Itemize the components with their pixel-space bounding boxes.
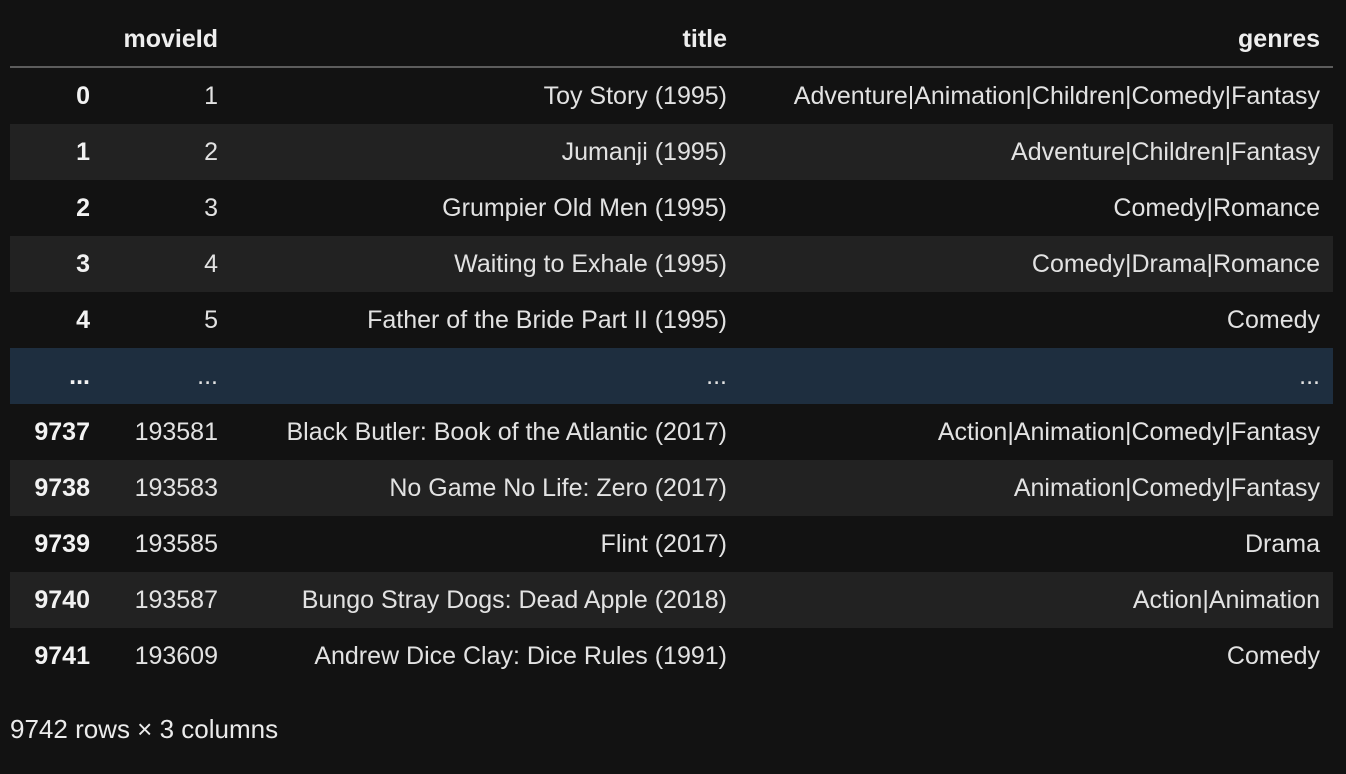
cell-title: ...: [706, 362, 727, 390]
cell-movieid: 193585: [134, 530, 218, 558]
row-index: ...: [69, 362, 90, 390]
cell-genres: Action|Animation|Comedy|Fantasy: [937, 418, 1320, 446]
table-row: 9738 193583 No Game No Life: Zero (2017)…: [10, 460, 1333, 516]
truncated-rows-indicator: ... ... ... ...: [10, 348, 1333, 404]
column-header-genres: genres: [740, 12, 1333, 68]
row-index: 0: [76, 82, 90, 110]
cell-movieid: 2: [204, 138, 218, 166]
dataframe-output: movieId title genres 0 1 Toy Story (1995…: [10, 12, 1333, 684]
header-row: movieId title genres: [10, 12, 1333, 68]
table-header: movieId title genres: [10, 12, 1333, 68]
dataframe-shape-summary: 9742 rows × 3 columns: [10, 714, 279, 744]
cell-movieid: 193587: [134, 586, 218, 614]
column-header-title: title: [231, 12, 740, 68]
cell-genres: Comedy: [1226, 642, 1320, 670]
table-row: 2 3 Grumpier Old Men (1995) Comedy|Roman…: [10, 180, 1333, 236]
table-row: 1 2 Jumanji (1995) Adventure|Children|Fa…: [10, 124, 1333, 180]
table-row: 4 5 Father of the Bride Part II (1995) C…: [10, 292, 1333, 348]
row-index: 9739: [34, 530, 90, 558]
row-index: 9738: [34, 474, 90, 502]
column-header-movieid: movieId: [103, 12, 231, 68]
cell-movieid: 5: [204, 306, 218, 334]
row-index: 9741: [34, 642, 90, 670]
cell-movieid: 3: [204, 194, 218, 222]
cell-genres: Comedy: [1226, 306, 1320, 334]
cell-title: Jumanji (1995): [561, 138, 727, 166]
cell-genres: ...: [1299, 362, 1320, 390]
cell-title: Toy Story (1995): [543, 82, 727, 110]
cell-movieid: 4: [204, 250, 218, 278]
cell-title: Andrew Dice Clay: Dice Rules (1991): [314, 642, 727, 670]
table-row: 9739 193585 Flint (2017) Drama: [10, 516, 1333, 572]
cell-title: Flint (2017): [600, 530, 727, 558]
cell-movieid: 193609: [134, 642, 218, 670]
table-row: 0 1 Toy Story (1995) Adventure|Animation…: [10, 67, 1333, 124]
cell-title: Bungo Stray Dogs: Dead Apple (2018): [301, 586, 727, 614]
table-row: 9740 193587 Bungo Stray Dogs: Dead Apple…: [10, 572, 1333, 628]
cell-genres: Adventure|Animation|Children|Comedy|Fant…: [793, 82, 1320, 110]
row-index: 1: [76, 138, 90, 166]
cell-genres: Animation|Comedy|Fantasy: [1013, 474, 1320, 502]
table-body: 0 1 Toy Story (1995) Adventure|Animation…: [10, 67, 1333, 684]
cell-title: Black Butler: Book of the Atlantic (2017…: [286, 418, 727, 446]
table-row: 9741 193609 Andrew Dice Clay: Dice Rules…: [10, 628, 1333, 684]
cell-movieid: 1: [204, 82, 218, 110]
table-row: 3 4 Waiting to Exhale (1995) Comedy|Dram…: [10, 236, 1333, 292]
cell-title: Father of the Bride Part II (1995): [367, 306, 727, 334]
cell-title: No Game No Life: Zero (2017): [389, 474, 727, 502]
cell-genres: Adventure|Children|Fantasy: [1011, 138, 1320, 166]
cell-genres: Action|Animation: [1132, 586, 1320, 614]
cell-movieid: ...: [197, 362, 218, 390]
row-index: 9740: [34, 586, 90, 614]
cell-title: Grumpier Old Men (1995): [442, 194, 727, 222]
row-index: 4: [76, 306, 90, 334]
index-header: [10, 12, 103, 68]
row-index: 3: [76, 250, 90, 278]
row-index: 9737: [34, 418, 90, 446]
dataframe-table: movieId title genres 0 1 Toy Story (1995…: [10, 12, 1333, 684]
table-row: 9737 193581 Black Butler: Book of the At…: [10, 404, 1333, 460]
row-index: 2: [76, 194, 90, 222]
cell-title: Waiting to Exhale (1995): [454, 250, 727, 278]
cell-genres: Drama: [1244, 530, 1320, 558]
cell-genres: Comedy|Romance: [1113, 194, 1320, 222]
cell-movieid: 193581: [134, 418, 218, 446]
cell-genres: Comedy|Drama|Romance: [1031, 250, 1320, 278]
cell-movieid: 193583: [134, 474, 218, 502]
